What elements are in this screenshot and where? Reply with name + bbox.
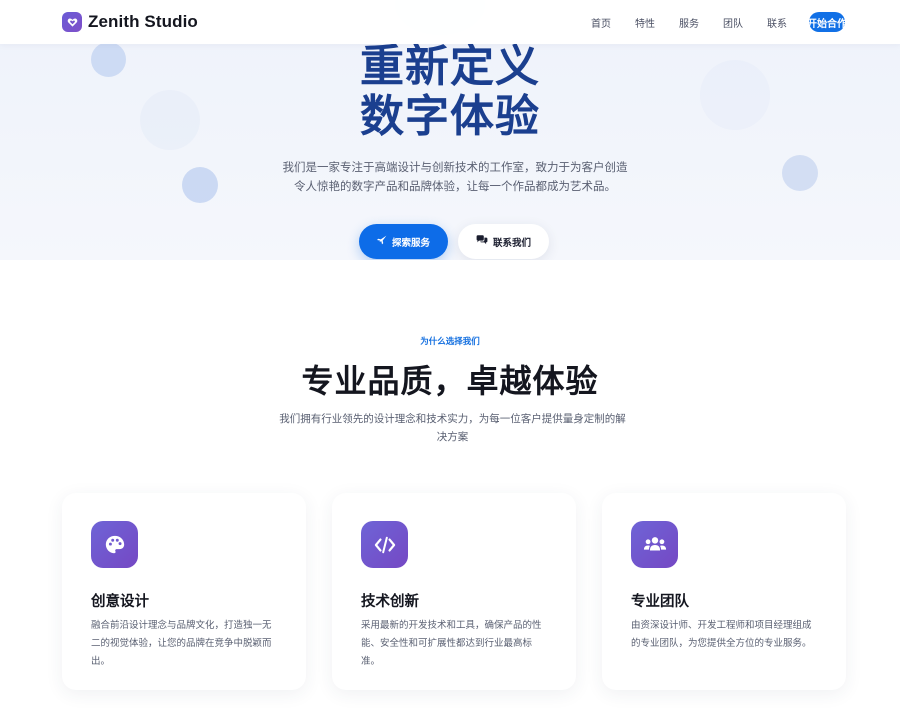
palette-icon [91,521,138,568]
card-description: 由资深设计师、开发工程师和项目经理组成 的专业团队，为您提供全方位的专业服务。 [631,617,817,653]
hero-description-line1: 我们是一家专注于高端设计与创新技术的工作室，致力于为客户创造 [282,160,628,174]
section-title: 专业品质，卓越体验 [301,362,599,400]
code-icon [361,521,408,568]
nav-links: 首页 特性 服务 团队 联系 开始合作 [591,12,847,32]
hero-title-line1: 重新定义 [360,41,540,92]
card-description-line: 出。 [91,656,111,667]
comments-icon [476,235,488,248]
top-navbar: Zenith Studio 首页 特性 服务 团队 联系 开始合作 [0,0,900,44]
contact-us-label: 联系我们 [492,237,531,249]
card-description: 融合前沿设计理念与品牌文化，打造独一无 二的视觉体验，让您的品牌在竞争中脱颖而 … [91,617,277,671]
contact-us-button[interactable]: 联系我们 [458,224,549,259]
feature-card-tech-innovation: 技术创新 采用最新的开发技术和工具，确保产品的性 能、安全性和可扩展性都达到行业… [332,493,576,690]
heart-logo-icon [62,12,82,32]
hero-title: 重新定义 数字体验 [0,42,900,142]
nav-link-features[interactable]: 特性 [635,15,655,30]
nav-link-team[interactable]: 团队 [723,15,743,30]
start-cooperation-button[interactable]: 开始合作 [807,12,847,32]
section-eyebrow: 为什么选择我们 [420,337,480,347]
brand-name: Zenith Studio [88,12,198,31]
card-title: 技术创新 [361,594,419,610]
decor-bubble [782,155,818,191]
brand[interactable]: Zenith Studio [62,12,198,32]
hero-description: 我们是一家专注于高端设计与创新技术的工作室，致力于为客户创造 令人惊艳的数字产品… [270,158,640,196]
section-description-line2: 决方案 [436,431,469,443]
explore-services-label: 探索服务 [391,237,430,249]
decor-bubble [182,167,218,203]
hero-title-line2: 数字体验 [360,91,540,142]
nav-link-contact[interactable]: 联系 [767,15,787,30]
nav-link-home[interactable]: 首页 [591,15,611,30]
section-description-line1: 我们拥有行业领先的设计理念和技术实力，为每一位客户提供量身定制的解 [279,413,626,425]
feature-card-professional-team: 专业团队 由资深设计师、开发工程师和项目经理组成 的专业团队，为您提供全方位的专… [602,493,846,690]
explore-services-button[interactable]: 探索服务 [359,224,448,259]
card-description-line: 采用最新的开发技术和工具，确保产品的性 [361,620,542,631]
users-icon [631,521,678,568]
nav-link-services[interactable]: 服务 [679,15,699,30]
section-description: 我们拥有行业领先的设计理念和技术实力，为每一位客户提供量身定制的解 决方案 [275,410,630,446]
card-description-line: 融合前沿设计理念与品牌文化，打造独一无 [91,620,272,631]
card-description-line: 由资深设计师、开发工程师和项目经理组成 [631,620,812,631]
card-title: 创意设计 [91,594,149,610]
card-title: 专业团队 [631,594,689,610]
rocket-icon [376,235,387,248]
card-description-line: 的专业团队，为您提供全方位的专业服务。 [631,638,812,649]
card-description-line: 能、安全性和可扩展性都达到行业最高标 [361,638,533,649]
card-description: 采用最新的开发技术和工具，确保产品的性 能、安全性和可扩展性都达到行业最高标 准… [361,617,547,671]
feature-card-creative-design: 创意设计 融合前沿设计理念与品牌文化，打造独一无 二的视觉体验，让您的品牌在竞争… [62,493,306,690]
card-description-line: 准。 [361,656,381,667]
card-description-line: 二的视觉体验，让您的品牌在竞争中脱颖而 [91,638,272,649]
hero-description-line2: 令人惊艳的数字产品和品牌体验，让每一个作品都成为艺术品。 [294,179,616,193]
